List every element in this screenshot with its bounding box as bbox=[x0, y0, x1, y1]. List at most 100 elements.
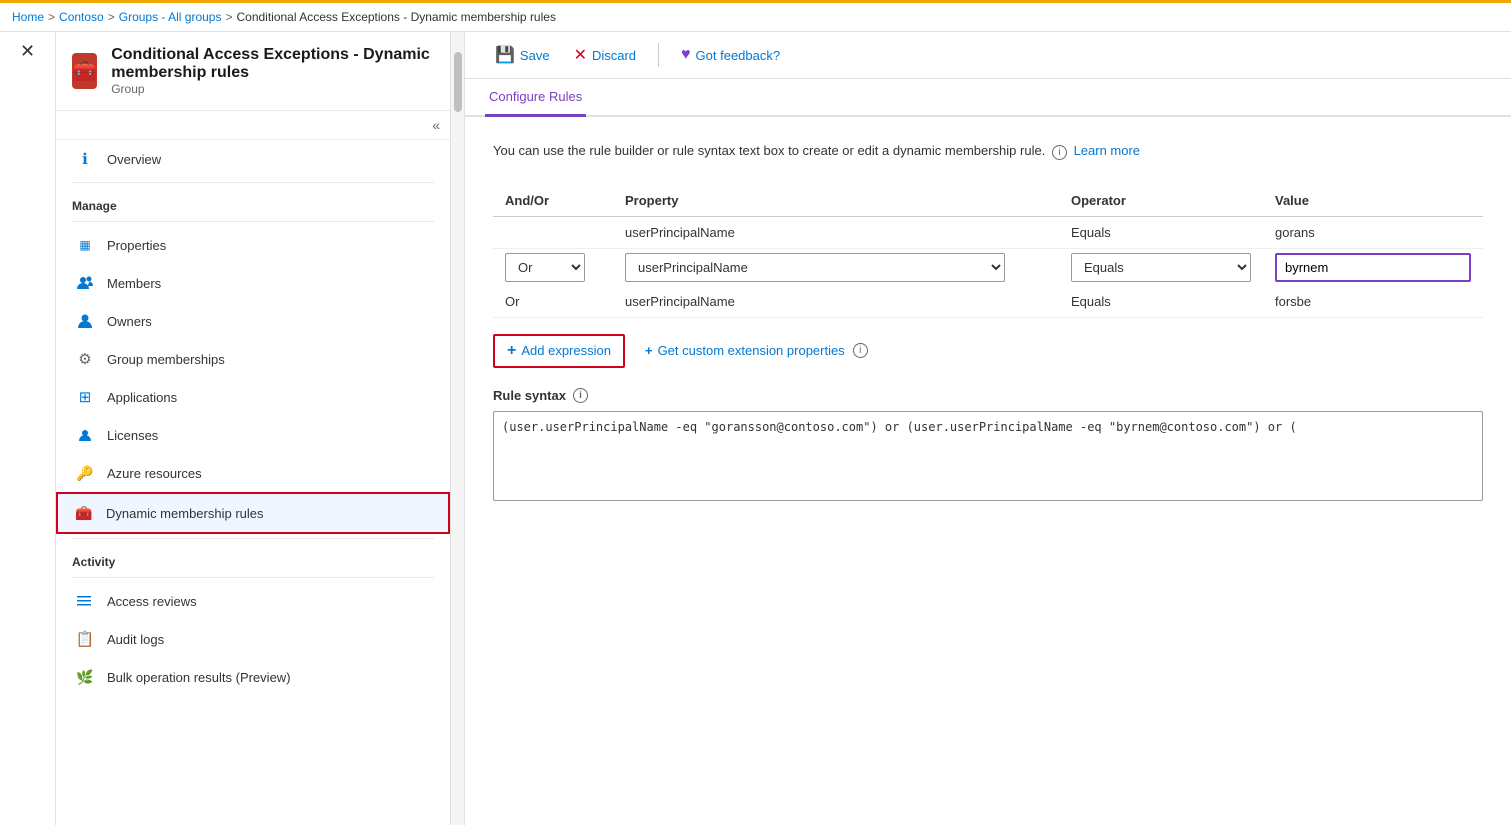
nav-divider-activity2 bbox=[72, 577, 434, 578]
table-row-2: Or userPrincipalName Equals forsbe bbox=[493, 286, 1483, 318]
nav-divider-manage bbox=[72, 221, 434, 222]
cell-and-or bbox=[493, 216, 613, 248]
sidebar-item-label: Licenses bbox=[107, 428, 158, 443]
properties-icon: ▦ bbox=[75, 235, 95, 255]
sidebar-item-members[interactable]: Members bbox=[56, 264, 450, 302]
value-input[interactable] bbox=[1275, 253, 1471, 282]
syntax-info-icon[interactable]: i bbox=[573, 388, 588, 403]
learn-more-link[interactable]: Learn more bbox=[1074, 143, 1140, 158]
toolbox-icon: 🧰 bbox=[74, 503, 94, 523]
sidebar-item-label: Overview bbox=[107, 152, 161, 167]
activity-section-label: Activity bbox=[56, 543, 450, 573]
plus-icon: + bbox=[507, 342, 516, 360]
col-header-property: Property bbox=[613, 185, 1059, 217]
scrollbar[interactable] bbox=[451, 32, 465, 825]
col-header-value: Value bbox=[1263, 185, 1483, 217]
sidebar-item-applications[interactable]: ⊞ Applications bbox=[56, 378, 450, 416]
bulk-operation-icon: 🌿 bbox=[75, 667, 95, 687]
collapse-button[interactable]: « bbox=[432, 117, 440, 133]
cell-operator-editable: Equals Not Equals Contains Not Contains … bbox=[1059, 248, 1263, 286]
owners-icon bbox=[75, 311, 95, 331]
cell-property: userPrincipalName bbox=[613, 216, 1059, 248]
sidebar-item-group-memberships[interactable]: ⚙ Group memberships bbox=[56, 340, 450, 378]
sidebar-item-label: Bulk operation results (Preview) bbox=[107, 670, 291, 685]
sidebar-item-label: Azure resources bbox=[107, 466, 202, 481]
cell-value-2: forsbe bbox=[1263, 286, 1483, 318]
col-header-operator: Operator bbox=[1059, 185, 1263, 217]
sidebar-item-access-reviews[interactable]: Access reviews bbox=[56, 582, 450, 620]
page-title: Conditional Access Exceptions - Dynamic … bbox=[111, 46, 434, 82]
get-custom-plus-icon: + bbox=[645, 343, 653, 358]
cell-operator-2: Equals bbox=[1059, 286, 1263, 318]
sidebar-item-label: Applications bbox=[107, 390, 177, 405]
rules-table: And/Or Property Operator Value userPrinc… bbox=[493, 185, 1483, 318]
cell-property-2: userPrincipalName bbox=[613, 286, 1059, 318]
table-row: userPrincipalName Equals gorans bbox=[493, 216, 1483, 248]
sidebar: 🧰 Conditional Access Exceptions - Dynami… bbox=[56, 32, 451, 825]
sidebar-item-label: Owners bbox=[107, 314, 152, 329]
manage-section-label: Manage bbox=[56, 187, 450, 217]
licenses-icon bbox=[75, 425, 95, 445]
save-icon: 💾 bbox=[495, 45, 515, 65]
toolbar: 💾 Save ✕ Discard ♥ Got feedback? bbox=[465, 32, 1511, 79]
key-icon: 🔑 bbox=[75, 463, 95, 483]
gear-icon: ⚙ bbox=[75, 349, 95, 369]
table-row-editable: Or And userPrincipalName displayName mai… bbox=[493, 248, 1483, 286]
audit-logs-icon: 📋 bbox=[75, 629, 95, 649]
custom-info-icon[interactable]: i bbox=[853, 343, 868, 358]
rule-syntax-label: Rule syntax i bbox=[493, 388, 1483, 403]
info-icon: ℹ bbox=[75, 149, 95, 169]
cell-value-editable bbox=[1263, 248, 1483, 286]
sidebar-item-label: Members bbox=[107, 276, 161, 291]
sidebar-item-bulk-operation[interactable]: 🌿 Bulk operation results (Preview) bbox=[56, 658, 450, 696]
sidebar-item-properties[interactable]: ▦ Properties bbox=[56, 226, 450, 264]
breadcrumb-current: Conditional Access Exceptions - Dynamic … bbox=[236, 10, 555, 24]
cell-operator: Equals bbox=[1059, 216, 1263, 248]
members-icon bbox=[75, 273, 95, 293]
nav-divider bbox=[72, 182, 434, 183]
breadcrumb-groups[interactable]: Groups - All groups bbox=[119, 10, 222, 24]
sidebar-item-label: Group memberships bbox=[107, 352, 225, 367]
tab-configure-rules[interactable]: Configure Rules bbox=[485, 79, 586, 117]
description-text: You can use the rule builder or rule syn… bbox=[493, 141, 1483, 161]
close-button[interactable]: ✕ bbox=[20, 42, 35, 60]
sidebar-header-icon: 🧰 bbox=[72, 53, 97, 89]
breadcrumb-home[interactable]: Home bbox=[12, 10, 44, 24]
close-panel: ✕ bbox=[0, 32, 56, 825]
sidebar-collapse-row: « bbox=[56, 111, 450, 140]
heart-icon: ♥ bbox=[681, 46, 691, 64]
cell-value: gorans bbox=[1263, 216, 1483, 248]
feedback-button[interactable]: ♥ Got feedback? bbox=[671, 41, 790, 69]
cell-and-or-editable: Or And bbox=[493, 248, 613, 286]
content-area: You can use the rule builder or rule syn… bbox=[465, 117, 1511, 825]
operator-select[interactable]: Equals Not Equals Contains Not Contains … bbox=[1071, 253, 1251, 282]
sidebar-item-audit-logs[interactable]: 📋 Audit logs bbox=[56, 620, 450, 658]
sidebar-header: 🧰 Conditional Access Exceptions - Dynami… bbox=[56, 32, 450, 111]
sidebar-item-owners[interactable]: Owners bbox=[56, 302, 450, 340]
sidebar-item-label: Audit logs bbox=[107, 632, 164, 647]
breadcrumb-contoso[interactable]: Contoso bbox=[59, 10, 104, 24]
action-row: + Add expression + Get custom extension … bbox=[493, 334, 1483, 368]
sidebar-item-dynamic-membership-rules[interactable]: 🧰 Dynamic membership rules bbox=[56, 492, 450, 534]
discard-button[interactable]: ✕ Discard bbox=[564, 40, 646, 70]
applications-icon: ⊞ bbox=[75, 387, 95, 407]
tabs-bar: Configure Rules bbox=[465, 79, 1511, 117]
discard-icon: ✕ bbox=[574, 45, 587, 65]
add-expression-button[interactable]: + Add expression bbox=[493, 334, 625, 368]
toolbar-divider bbox=[658, 43, 659, 67]
save-button[interactable]: 💾 Save bbox=[485, 40, 560, 70]
sidebar-item-overview[interactable]: ℹ Overview bbox=[56, 140, 450, 178]
col-header-and-or: And/Or bbox=[493, 185, 613, 217]
and-or-select[interactable]: Or And bbox=[505, 253, 585, 282]
sidebar-item-azure-resources[interactable]: 🔑 Azure resources bbox=[56, 454, 450, 492]
rule-syntax-textarea[interactable]: (user.userPrincipalName -eq "goransson@c… bbox=[493, 411, 1483, 501]
sidebar-item-label: Properties bbox=[107, 238, 166, 253]
breadcrumb: Home > Contoso > Groups - All groups > C… bbox=[0, 0, 1511, 32]
sidebar-item-label: Access reviews bbox=[107, 594, 197, 609]
get-custom-extension-button[interactable]: + Get custom extension properties i bbox=[633, 337, 883, 364]
description-info-icon[interactable]: i bbox=[1052, 145, 1067, 160]
scroll-thumb bbox=[454, 52, 462, 112]
sidebar-item-licenses[interactable]: Licenses bbox=[56, 416, 450, 454]
property-select[interactable]: userPrincipalName displayName mail depar… bbox=[625, 253, 1005, 282]
cell-property-editable: userPrincipalName displayName mail depar… bbox=[613, 248, 1059, 286]
